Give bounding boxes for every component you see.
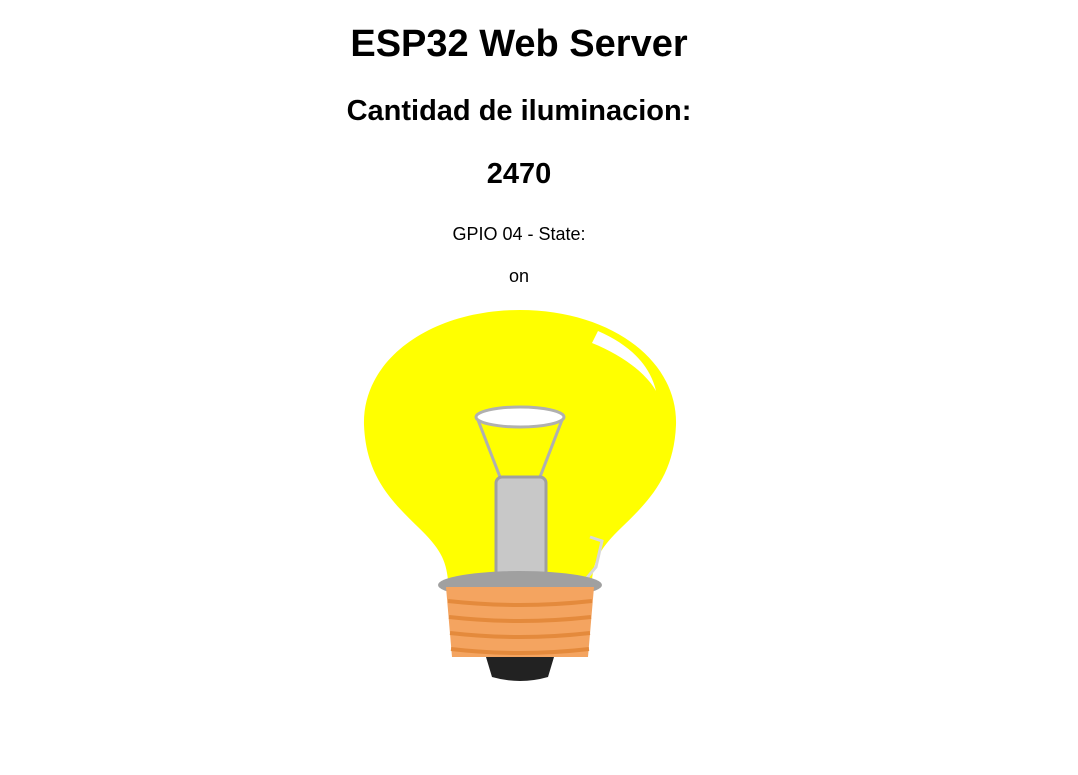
- illumination-label: Cantidad de iluminacion:: [346, 95, 692, 127]
- gpio-state-label: GPIO 04 - State:: [452, 224, 586, 244]
- gpio-state-value: on: [508, 266, 530, 286]
- filament-core: [494, 475, 548, 579]
- filament-ring: [474, 405, 566, 429]
- lightbulb-on-icon: [363, 310, 677, 681]
- illumination-value: 2470: [486, 158, 552, 190]
- socket-tip: [486, 657, 554, 681]
- page-title: ESP32 Web Server: [350, 23, 688, 65]
